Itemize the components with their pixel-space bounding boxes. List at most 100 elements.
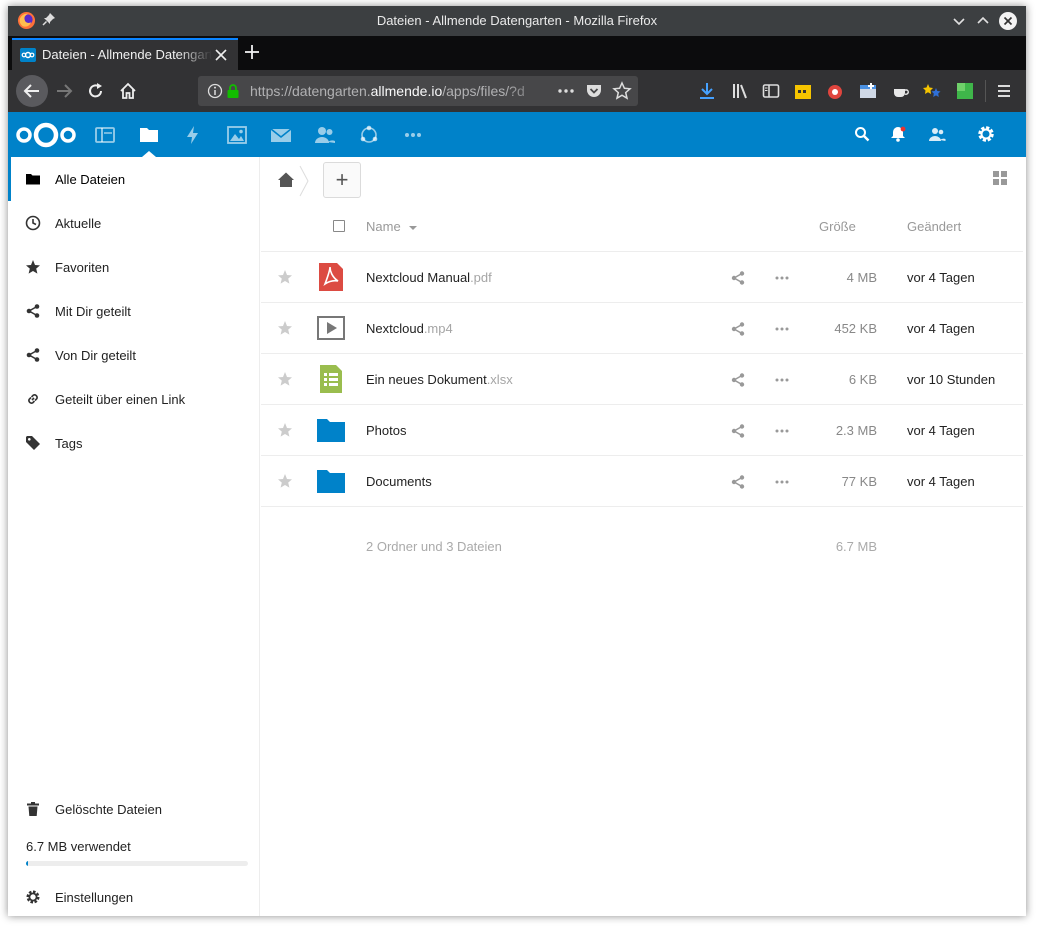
sidebar-item-tags[interactable]: Tags <box>8 421 260 465</box>
file-size: 2.3 MB <box>835 423 877 438</box>
green-extension-icon[interactable] <box>955 81 975 101</box>
home-breadcrumb-icon[interactable] <box>277 171 295 189</box>
sidebar-item-label: Geteilt über einen Link <box>55 392 186 407</box>
folder-icon <box>317 470 345 493</box>
more-apps-icon[interactable] <box>402 124 424 146</box>
more-actions-icon[interactable] <box>774 372 790 388</box>
search-icon[interactable] <box>853 125 871 143</box>
sidebar-item-favorites[interactable]: Favoriten <box>8 245 260 289</box>
new-file-button[interactable]: + <box>323 162 361 198</box>
activity-app-icon[interactable] <box>182 124 204 146</box>
stars-extension-icon[interactable] <box>922 81 942 101</box>
trash-icon <box>27 802 39 816</box>
link-icon <box>28 394 38 404</box>
circles-app-icon[interactable] <box>358 124 380 146</box>
pocket-icon[interactable] <box>585 82 603 100</box>
sidebar-item-deleted-files[interactable]: Gelöschte Dateien <box>8 787 260 831</box>
nextcloud-logo-icon[interactable] <box>15 121 77 149</box>
settings-gear-icon[interactable] <box>976 124 996 144</box>
mail-app-icon[interactable] <box>270 124 292 146</box>
notes-extension-icon[interactable] <box>794 81 814 101</box>
arrow-right-icon[interactable] <box>54 81 74 101</box>
spreadsheet-file-icon <box>320 365 342 393</box>
file-name[interactable]: Documents <box>366 474 432 489</box>
share-icon[interactable] <box>730 270 746 286</box>
sidebar-item-label: Tags <box>55 436 83 451</box>
file-row[interactable]: Documents 77 KB vor 4 Tagen <box>261 456 1023 507</box>
maximize-icon[interactable] <box>974 12 992 30</box>
url-bar[interactable]: https://datengarten.allmende.io/apps/fil… <box>198 76 638 106</box>
clock-icon <box>25 215 41 231</box>
minimize-icon[interactable] <box>950 12 968 30</box>
file-size: 4 MB <box>846 270 877 285</box>
notifications-bell-icon[interactable] <box>889 125 907 143</box>
sidebar-item-recent[interactable]: Aktuelle <box>8 201 260 245</box>
sidebar-item-shared-by-you[interactable]: Von Dir geteilt <box>8 333 260 377</box>
file-modified: vor 4 Tagen <box>907 270 975 285</box>
more-actions-icon[interactable] <box>774 423 790 439</box>
lock-icon[interactable] <box>226 83 240 99</box>
coffee-cup-icon[interactable] <box>891 81 911 101</box>
file-row[interactable]: Nextcloud.mp4 452 KB vor 4 Tagen <box>261 303 1023 354</box>
favorite-star-icon[interactable] <box>277 371 293 387</box>
share-icon[interactable] <box>730 321 746 337</box>
column-header-name[interactable]: Name <box>366 219 418 234</box>
alerts-extension-icon[interactable] <box>826 81 846 101</box>
file-row[interactable]: Photos 2.3 MB vor 4 Tagen <box>261 405 1023 456</box>
column-header-size[interactable]: Größe <box>819 219 856 234</box>
folder-icon <box>26 174 40 185</box>
close-window-icon[interactable] <box>999 12 1017 30</box>
file-name[interactable]: Ein neues Dokument.xlsx <box>366 372 513 387</box>
tab-bar: Dateien - Allmende Datengarten <box>8 36 1026 70</box>
share-icon[interactable] <box>730 474 746 490</box>
favorite-star-icon[interactable] <box>277 473 293 489</box>
grid-view-icon[interactable] <box>993 171 1007 185</box>
file-row[interactable]: Nextcloud Manual.pdf 4 MB vor 4 Tagen <box>261 252 1023 303</box>
bookmark-star-icon[interactable] <box>612 81 632 101</box>
sidebar-item-settings[interactable]: Einstellungen <box>8 875 260 916</box>
info-icon[interactable] <box>207 83 223 99</box>
close-tab-icon[interactable] <box>214 48 228 62</box>
favorite-star-icon[interactable] <box>277 422 293 438</box>
hamburger-menu-icon[interactable] <box>994 81 1014 101</box>
sidebar-toggle-icon[interactable] <box>761 81 781 101</box>
file-name[interactable]: Photos <box>366 423 406 438</box>
gallery-app-icon[interactable] <box>226 124 248 146</box>
select-all-checkbox[interactable] <box>333 220 345 232</box>
files-app-icon[interactable] <box>138 124 160 146</box>
gear-icon <box>26 890 40 904</box>
sidebar-item-all-files[interactable]: Alle Dateien <box>8 157 260 201</box>
favorite-star-icon[interactable] <box>277 320 293 336</box>
dashboard-app-icon[interactable] <box>94 124 116 146</box>
add-note-extension-icon[interactable] <box>858 81 878 101</box>
sidebar-item-label: Favoriten <box>55 260 110 275</box>
share-icon[interactable] <box>730 372 746 388</box>
more-actions-icon[interactable] <box>774 321 790 337</box>
star-icon <box>26 260 40 274</box>
download-icon[interactable] <box>697 81 717 101</box>
back-button[interactable] <box>16 75 48 107</box>
sidebar-item-shared-with-you[interactable]: Mit Dir geteilt <box>8 289 260 333</box>
page-actions-icon[interactable] <box>557 84 575 98</box>
file-name[interactable]: Nextcloud.mp4 <box>366 321 453 336</box>
more-actions-icon[interactable] <box>774 270 790 286</box>
file-row[interactable]: Ein neues Dokument.xlsx 6 KB vor 10 Stun… <box>261 354 1023 405</box>
file-name[interactable]: Nextcloud Manual.pdf <box>366 270 492 285</box>
home-icon[interactable] <box>118 81 138 101</box>
share-icon[interactable] <box>730 423 746 439</box>
sidebar-item-label: Von Dir geteilt <box>55 348 136 363</box>
more-actions-icon[interactable] <box>774 474 790 490</box>
sidebar-item-label: Alle Dateien <box>55 172 126 187</box>
favorite-star-icon[interactable] <box>277 269 293 285</box>
contacts-menu-icon[interactable] <box>928 125 946 143</box>
sidebar-item-shared-by-link[interactable]: Geteilt über einen Link <box>8 377 260 421</box>
reload-icon[interactable] <box>86 81 106 101</box>
toolbar-separator <box>985 80 986 102</box>
file-size: 6 KB <box>848 372 877 387</box>
sidebar-item-label: Aktuelle <box>55 216 102 231</box>
tab-dateien[interactable]: Dateien - Allmende Datengarten <box>12 38 238 70</box>
column-header-modified[interactable]: Geändert <box>907 219 961 234</box>
new-tab-icon[interactable] <box>244 44 260 60</box>
contacts-app-icon[interactable] <box>314 124 336 146</box>
library-icon[interactable] <box>730 81 750 101</box>
